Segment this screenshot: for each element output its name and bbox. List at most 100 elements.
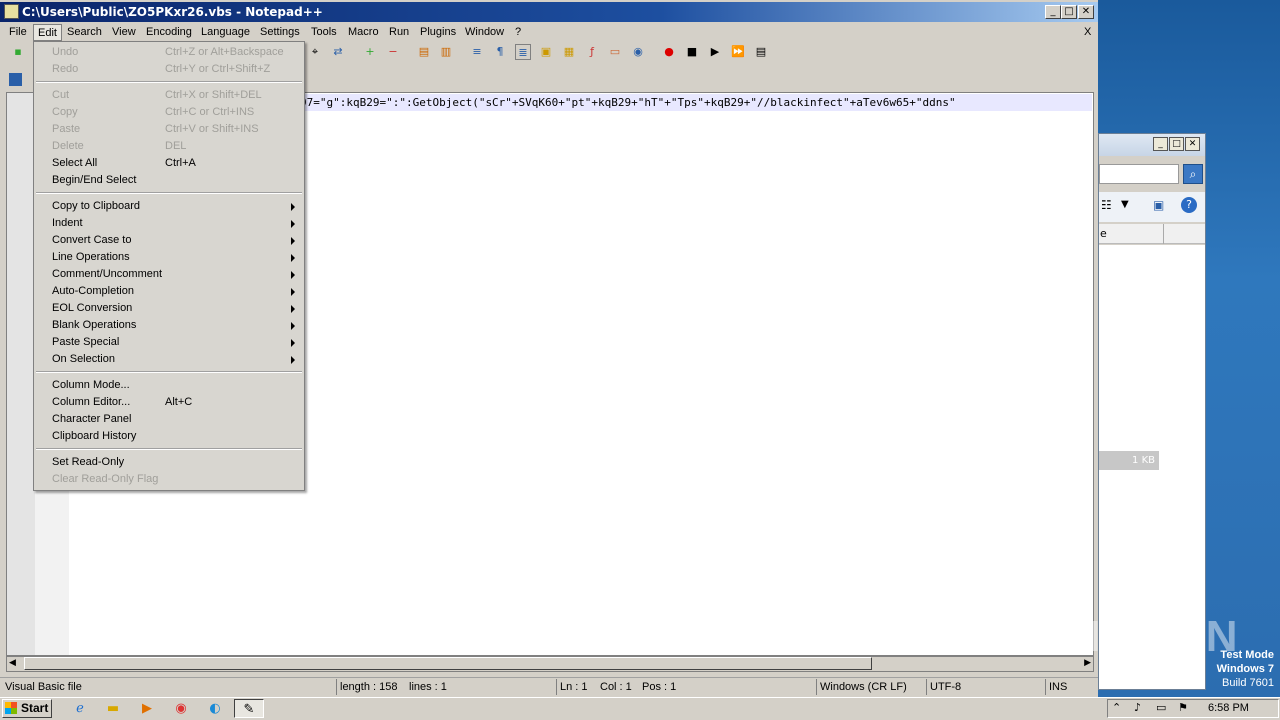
run-macro-multiple-icon[interactable]: ⏩ xyxy=(730,44,746,60)
close-document-button[interactable]: X xyxy=(1080,24,1095,41)
menu-item-line-operations[interactable]: Line Operations xyxy=(52,249,130,266)
menu-edit[interactable]: Edit xyxy=(33,24,62,41)
taskbar xyxy=(0,697,1280,720)
chrome-icon[interactable]: ◉ xyxy=(171,699,191,718)
menu-tools[interactable]: Tools xyxy=(307,24,341,41)
paste-shortcut: Ctrl+V or Shift+INS xyxy=(165,123,259,135)
close-button[interactable]: ✕ xyxy=(1078,5,1094,19)
bg-title-bar[interactable]: _ □ ✕ xyxy=(1099,134,1205,156)
save-tab-icon[interactable] xyxy=(9,73,22,86)
folder-as-workspace-icon[interactable]: ▣ xyxy=(538,44,554,60)
watermark-line-1: Test Mode xyxy=(1220,649,1274,661)
menu-view[interactable]: View xyxy=(108,24,140,41)
menu-item-copy-to-clipboard[interactable]: Copy to Clipboard xyxy=(52,198,140,215)
chevron-down-icon[interactable]: ▼ xyxy=(1121,199,1129,210)
minimize-icon[interactable]: _ xyxy=(1153,137,1168,151)
code-line-1[interactable]: 97="g":kqB29=":":GetObject("sCr"+SVqK60+… xyxy=(300,96,956,109)
menu-item-indent[interactable]: Indent xyxy=(52,215,83,232)
internet-explorer-icon[interactable]: ℯ xyxy=(70,699,90,718)
find-icon[interactable]: ⌖ xyxy=(307,44,323,60)
edge-icon[interactable]: ◐ xyxy=(205,699,225,718)
sync-vertical-icon[interactable]: ▤ xyxy=(416,44,432,60)
document-map-icon[interactable]: ▦ xyxy=(561,44,577,60)
record-macro-icon[interactable]: ● xyxy=(661,44,677,60)
bg-search-input[interactable] xyxy=(1099,164,1179,184)
menu-language[interactable]: Language xyxy=(197,24,254,41)
menu-file[interactable]: File xyxy=(5,24,31,41)
notepadpp-taskbar-icon[interactable]: ✎ xyxy=(234,699,264,718)
menu-macro[interactable]: Macro xyxy=(344,24,383,41)
menu-settings[interactable]: Settings xyxy=(256,24,304,41)
zoom-in-icon[interactable]: + xyxy=(362,44,378,60)
background-explorer-window[interactable]: _ □ ✕ ⌕ ☷ ▼ ▣ ? e 1 KB xyxy=(1098,133,1206,690)
menu-item-copy[interactable]: Copy xyxy=(52,104,78,121)
view-options-icon[interactable]: ☷ xyxy=(1101,198,1112,212)
menu-window[interactable]: Window xyxy=(461,24,508,41)
search-icon[interactable]: ⌕ xyxy=(1183,164,1203,184)
scroll-left-icon[interactable]: ◀ xyxy=(9,658,16,668)
menu-item-auto-completion[interactable]: Auto-Completion xyxy=(52,283,134,300)
action-center-flag-icon[interactable]: ⚑ xyxy=(1178,701,1188,714)
minimize-button[interactable]: _ xyxy=(1045,5,1061,19)
menu-item-paste-special[interactable]: Paste Special xyxy=(52,334,119,351)
sync-horizontal-icon[interactable]: ▥ xyxy=(438,44,454,60)
title-bar[interactable]: C:\Users\Public\ZO5PKxr26.vbs - Notepad+… xyxy=(0,2,1098,22)
menu-item-column-editor[interactable]: Column Editor... xyxy=(52,394,130,411)
play-macro-icon[interactable]: ▶ xyxy=(707,44,723,60)
status-encoding[interactable]: UTF-8 xyxy=(926,679,961,695)
menu-item-character-panel[interactable]: Character Panel xyxy=(52,411,132,428)
menu-item-on-selection[interactable]: On Selection xyxy=(52,351,115,368)
volume-icon[interactable]: ♪ xyxy=(1134,701,1141,714)
menu-search[interactable]: Search xyxy=(63,24,106,41)
function-list-icon[interactable]: ƒ xyxy=(584,44,600,60)
show-all-chars-icon[interactable]: ¶ xyxy=(492,44,508,60)
menu-plugins[interactable]: Plugins xyxy=(416,24,460,41)
menu-item-set-read-only[interactable]: Set Read-Only xyxy=(52,454,124,471)
close-icon[interactable]: ✕ xyxy=(1185,137,1200,151)
folder-icon[interactable]: ▭ xyxy=(607,44,623,60)
monitoring-eye-icon[interactable]: ◉ xyxy=(630,44,646,60)
show-hidden-icons-icon[interactable]: ⌃ xyxy=(1112,701,1121,714)
maximize-icon[interactable]: □ xyxy=(1169,137,1184,151)
menu-item-cut[interactable]: Cut xyxy=(52,87,69,104)
undo-shortcut: Ctrl+Z or Alt+Backspace xyxy=(165,46,284,58)
menu-item-blank-operations[interactable]: Blank Operations xyxy=(52,317,136,334)
media-player-icon[interactable]: ▶ xyxy=(137,699,157,718)
column-header-size[interactable]: e xyxy=(1100,227,1107,240)
save-macro-icon[interactable]: ▤ xyxy=(753,44,769,60)
word-wrap-icon[interactable]: ≡ xyxy=(469,44,485,60)
menu-item-clear-read-only[interactable]: Clear Read-Only Flag xyxy=(52,471,158,488)
notepadpp-app-icon[interactable] xyxy=(4,4,19,19)
windows-test-mode-watermark: Test Mode Windows 7 Build 7601 xyxy=(1217,648,1274,690)
menu-bar: File Edit Search View Encoding Language … xyxy=(0,22,1098,42)
maximize-button[interactable]: □ xyxy=(1061,5,1077,19)
explorer-folder-icon[interactable]: ▬ xyxy=(103,699,123,718)
zoom-out-icon[interactable]: − xyxy=(385,44,401,60)
preview-pane-icon[interactable]: ▣ xyxy=(1153,198,1164,212)
scrollbar-thumb[interactable] xyxy=(24,657,872,670)
menu-item-select-all[interactable]: Select All xyxy=(52,155,97,172)
menu-item-comment[interactable]: Comment/Uncomment xyxy=(52,266,162,283)
menu-encoding[interactable]: Encoding xyxy=(142,24,196,41)
bg-column-header[interactable]: e xyxy=(1099,224,1205,244)
replace-icon[interactable]: ⇄ xyxy=(330,44,346,60)
menu-help[interactable]: ? xyxy=(511,24,525,41)
menu-item-eol-conversion[interactable]: EOL Conversion xyxy=(52,300,132,317)
menu-item-begin-end-select[interactable]: Begin/End Select xyxy=(52,172,136,189)
help-icon[interactable]: ? xyxy=(1181,197,1197,213)
stop-macro-icon[interactable]: ■ xyxy=(684,44,700,60)
status-eol[interactable]: Windows (CR LF) xyxy=(816,679,907,695)
menu-item-delete[interactable]: Delete xyxy=(52,138,84,155)
menu-item-redo[interactable]: Redo xyxy=(52,61,78,78)
indent-guide-icon[interactable]: ≣ xyxy=(515,44,531,60)
menu-item-paste[interactable]: Paste xyxy=(52,121,80,138)
new-file-icon[interactable]: ▪ xyxy=(10,44,26,60)
menu-item-undo[interactable]: Undo xyxy=(52,44,78,61)
menu-item-clipboard-history[interactable]: Clipboard History xyxy=(52,428,136,445)
clock[interactable]: 6:58 PM xyxy=(1208,700,1249,717)
menu-run[interactable]: Run xyxy=(385,24,413,41)
menu-item-convert-case[interactable]: Convert Case to xyxy=(52,232,131,249)
status-ins[interactable]: INS xyxy=(1045,679,1067,695)
menu-item-column-mode[interactable]: Column Mode... xyxy=(52,377,130,394)
network-icon[interactable]: ▭ xyxy=(1156,701,1166,714)
